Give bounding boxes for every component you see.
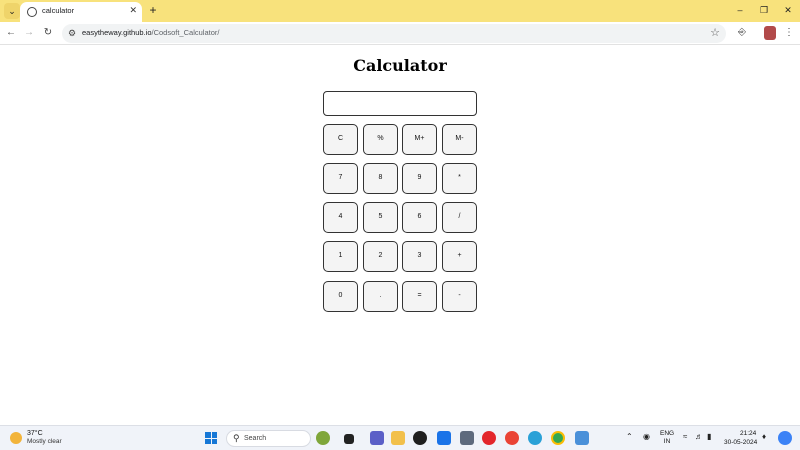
tab-search-icon[interactable]: ⌄ xyxy=(4,3,20,19)
new-tab-icon[interactable]: + xyxy=(146,3,160,17)
notepad-icon[interactable] xyxy=(575,431,589,445)
mail-icon[interactable] xyxy=(437,431,451,445)
weather-temp[interactable]: 37°C xyxy=(27,430,43,437)
restore-icon[interactable]: ❐ xyxy=(754,3,774,17)
lang-line1: ENG xyxy=(660,430,675,437)
key-4-2[interactable]: = xyxy=(402,281,437,312)
url-path: /Codsoft_Calculator/ xyxy=(151,28,220,37)
wifi-icon[interactable]: ≈ xyxy=(683,432,687,441)
profile-avatar[interactable] xyxy=(764,26,776,40)
taskbar-search[interactable]: ⚲ Search xyxy=(226,430,311,447)
taskbar: 37°C Mostly clear ⚲ Search ⌃ ◉ ENG IN ≈ ♬… xyxy=(0,425,800,450)
tab-calculator[interactable]: calculator ✕ xyxy=(20,2,142,22)
key-4-1[interactable]: . xyxy=(363,281,398,312)
battery-icon[interactable]: ▮ xyxy=(707,432,711,441)
media-player-icon[interactable] xyxy=(413,431,427,445)
copilot-icon[interactable] xyxy=(778,431,792,445)
globe-icon xyxy=(27,7,37,17)
calculator-display[interactable] xyxy=(323,91,477,116)
page-title: Calculator xyxy=(353,56,447,75)
key-0-1[interactable]: % xyxy=(363,124,398,155)
key-3-0[interactable]: 1 xyxy=(323,241,358,272)
minimize-icon[interactable]: – xyxy=(730,3,750,17)
calculator-app-icon[interactable] xyxy=(460,431,474,445)
key-2-3[interactable]: / xyxy=(442,202,477,233)
chrome-active-icon[interactable] xyxy=(551,431,565,445)
windows-start-icon[interactable] xyxy=(205,432,217,444)
key-2-0[interactable]: 4 xyxy=(323,202,358,233)
teams-icon[interactable] xyxy=(370,431,384,445)
lang-line2: IN xyxy=(663,438,671,445)
close-tab-icon[interactable]: ✕ xyxy=(129,5,137,16)
search-icon: ⚲ xyxy=(233,433,240,443)
extensions-icon[interactable]: ⎆ xyxy=(735,26,749,40)
screen: ⌄ calculator ✕ + – ❐ ✕ ← → ↻ ⚙ easythewa… xyxy=(0,0,800,450)
show-hidden-icons-icon[interactable]: ⌃ xyxy=(626,432,633,441)
notification-bell-icon[interactable]: ♦ xyxy=(762,432,766,441)
search-label: Search xyxy=(244,435,267,442)
file-explorer-icon[interactable] xyxy=(391,431,405,445)
key-1-1[interactable]: 8 xyxy=(363,163,398,194)
address-bar[interactable]: ⚙ easytheway.github.io/Codsoft_Calculato… xyxy=(62,24,726,43)
key-2-2[interactable]: 6 xyxy=(402,202,437,233)
edge-icon[interactable] xyxy=(528,431,542,445)
key-3-2[interactable]: 3 xyxy=(402,241,437,272)
task-view-icon[interactable] xyxy=(344,434,354,444)
key-3-1[interactable]: 2 xyxy=(363,241,398,272)
key-1-3[interactable]: * xyxy=(442,163,477,194)
opera-icon[interactable] xyxy=(482,431,496,445)
key-2-1[interactable]: 5 xyxy=(363,202,398,233)
forward-icon[interactable]: → xyxy=(22,26,36,40)
reload-icon[interactable]: ↻ xyxy=(41,26,55,40)
window-close-icon[interactable]: ✕ xyxy=(778,3,798,17)
menu-icon[interactable]: ⋮ xyxy=(782,26,796,40)
chrome-icon[interactable] xyxy=(505,431,519,445)
url-host: easytheway.github.io xyxy=(82,28,152,37)
tab-title: calculator xyxy=(42,6,75,15)
browser-toolbar: ← → ↻ ⚙ easytheway.github.io/Codsoft_Cal… xyxy=(0,22,800,45)
bookmark-star-icon[interactable]: ☆ xyxy=(710,26,720,39)
key-1-0[interactable]: 7 xyxy=(323,163,358,194)
weather-desc[interactable]: Mostly clear xyxy=(27,438,62,445)
clock-date[interactable]: 30-05-2024 xyxy=(724,439,757,446)
key-0-2[interactable]: M+ xyxy=(402,124,437,155)
language-indicator[interactable]: ENG IN xyxy=(660,430,674,446)
clock-time[interactable]: 21:24 xyxy=(740,430,756,437)
avocado-icon[interactable] xyxy=(316,431,330,445)
url-text[interactable]: easytheway.github.io/Codsoft_Calculator/ xyxy=(82,28,219,37)
security-icon[interactable]: ◉ xyxy=(643,432,650,441)
key-0-3[interactable]: M- xyxy=(442,124,477,155)
tab-strip: ⌄ calculator ✕ + – ❐ ✕ xyxy=(0,0,800,22)
site-info-icon[interactable]: ⚙ xyxy=(68,28,76,39)
volume-icon[interactable]: ♬ xyxy=(695,432,703,441)
back-icon[interactable]: ← xyxy=(4,26,18,40)
key-1-2[interactable]: 9 xyxy=(402,163,437,194)
key-4-3[interactable]: - xyxy=(442,281,477,312)
key-4-0[interactable]: 0 xyxy=(323,281,358,312)
weather-moon-icon[interactable] xyxy=(10,432,22,444)
key-3-3[interactable]: + xyxy=(442,241,477,272)
key-0-0[interactable]: C xyxy=(323,124,358,155)
